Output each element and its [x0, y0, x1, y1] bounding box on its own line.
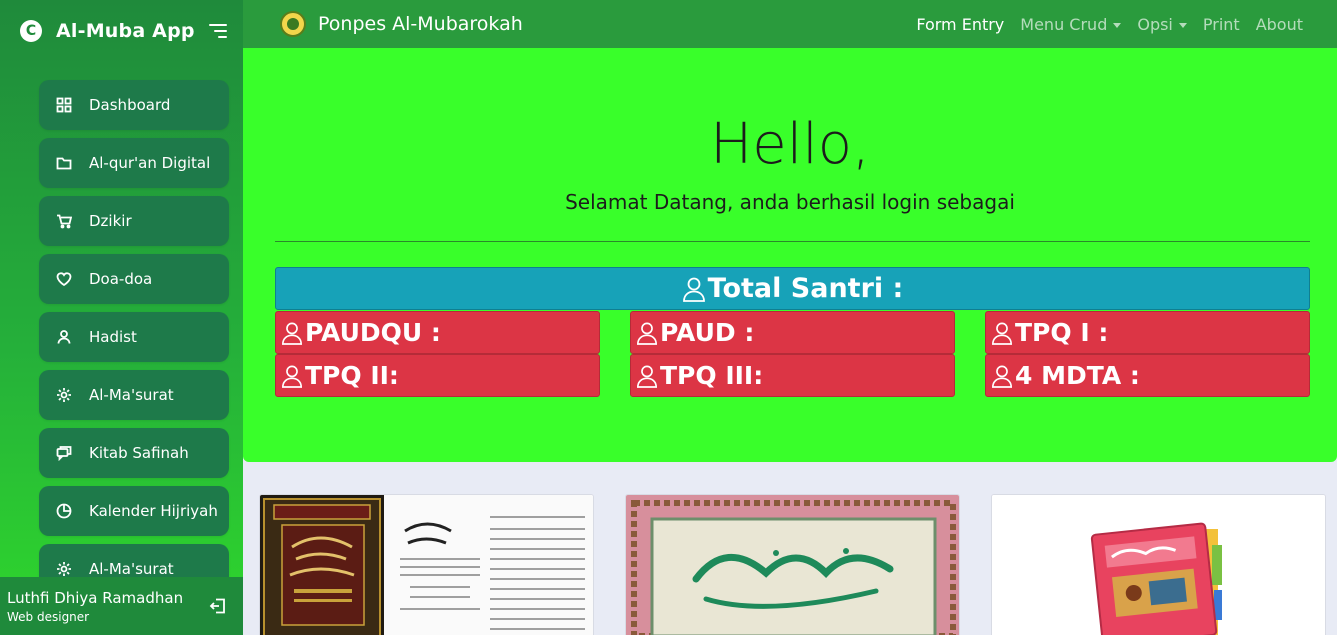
brand[interactable]: C Al-Muba App [0, 0, 243, 62]
welcome-text: Selamat Datang, anda berhasil login seba… [565, 190, 1015, 214]
sidebar-item-hadist[interactable]: Hadist [39, 312, 229, 362]
sidebar-item-almasurat[interactable]: Al-Ma'surat [39, 370, 229, 420]
sidebar: C Al-Muba App Dashboard Al-qur'an Digita… [0, 0, 243, 635]
sidebar-item-dzikir[interactable]: Dzikir [39, 196, 229, 246]
nav-opsi-label: Opsi [1137, 14, 1173, 34]
pie-chart-icon [55, 502, 73, 520]
hero-jumbotron: Hello, Selamat Datang, anda berhasil log… [243, 48, 1337, 462]
divider [275, 241, 1310, 242]
sidebar-item-label: Kalender Hijriyah [89, 502, 218, 520]
chevron-down-icon [1178, 22, 1187, 28]
app-logo-icon: C [20, 20, 42, 42]
grid-icon [55, 96, 73, 114]
book-image-akhlaq[interactable] [991, 494, 1326, 635]
santri-card-label: TPQ I : [1015, 318, 1109, 347]
top-navbar: Ponpes Al-Mubarokah Form Entry Menu Crud… [243, 0, 1337, 48]
santri-card-tpq-3: TPQ III: [630, 354, 955, 397]
sidebar-nav: Dashboard Al-qur'an Digital Dzikir Doa-d… [39, 80, 229, 602]
site-title[interactable]: Ponpes Al-Mubarokah [318, 13, 523, 35]
nav-menu-crud-label: Menu Crud [1020, 14, 1108, 34]
sidebar-item-label: Doa-doa [89, 270, 153, 288]
cart-icon [55, 212, 73, 230]
user-icon [55, 328, 73, 346]
sidebar-item-kalender-hijriyah[interactable]: Kalender Hijriyah [39, 486, 229, 536]
total-santri-label: Total Santri : [707, 273, 904, 304]
person-icon [636, 364, 658, 388]
sidebar-item-label: Dzikir [89, 212, 132, 230]
sidebar-item-label: Al-Ma'surat [89, 386, 174, 404]
sidebar-item-label: Hadist [89, 328, 137, 346]
santri-card-tpq-1: TPQ I : [985, 311, 1310, 354]
santri-card-mdta: 4 MDTA : [985, 354, 1310, 397]
sidebar-item-quran-digital[interactable]: Al-qur'an Digital [39, 138, 229, 188]
person-icon [682, 276, 706, 302]
folder-icon [55, 154, 73, 172]
heart-icon [55, 270, 73, 288]
sidebar-item-label: Dashboard [89, 96, 171, 114]
nav-menu-crud[interactable]: Menu Crud [1020, 14, 1122, 34]
chat-icon [55, 444, 73, 462]
nav-about[interactable]: About [1256, 15, 1303, 34]
santri-card-label: 4 MDTA : [1015, 361, 1140, 390]
nav-opsi[interactable]: Opsi [1137, 15, 1187, 34]
sidebar-item-kitab-safinah[interactable]: Kitab Safinah [39, 428, 229, 478]
total-santri-bar: Total Santri : [275, 267, 1310, 310]
gear-icon [55, 560, 73, 578]
santri-card-paud: PAUD : [630, 311, 955, 354]
sidebar-item-label: Kitab Safinah [89, 444, 189, 462]
sidebar-item-doa[interactable]: Doa-doa [39, 254, 229, 304]
brand-title: Al-Muba App [56, 20, 195, 42]
hello-heading: Hello, [710, 112, 870, 177]
chevron-down-icon [1113, 22, 1122, 28]
person-icon [991, 364, 1013, 388]
book-image-safinah-cover[interactable] [625, 494, 960, 635]
nav-print[interactable]: Print [1203, 15, 1240, 34]
logout-icon[interactable] [209, 597, 227, 615]
nav-form-entry[interactable]: Form Entry [916, 15, 1004, 34]
person-icon [281, 321, 303, 345]
santri-card-label: TPQ II: [305, 361, 399, 390]
top-nav: Form Entry Menu Crud Opsi Print About [900, 0, 1303, 48]
menu-toggle-icon[interactable] [209, 24, 227, 38]
santri-card-tpq-2: TPQ II: [275, 354, 600, 397]
site-logo-icon [280, 11, 306, 37]
sidebar-item-label: Al-Ma'surat [89, 560, 174, 578]
user-name: Luthfi Dhiya Ramadhan [7, 589, 184, 607]
santri-card-label: TPQ III: [660, 361, 764, 390]
user-profile: Luthfi Dhiya Ramadhan Web designer [0, 577, 243, 635]
gear-icon [55, 386, 73, 404]
book-image-syarah-safinah[interactable] [259, 494, 594, 635]
santri-card-label: PAUD : [660, 318, 755, 347]
person-icon [636, 321, 658, 345]
person-icon [281, 364, 303, 388]
sidebar-item-label: Al-qur'an Digital [89, 154, 211, 172]
santri-card-label: PAUDQU : [305, 318, 441, 347]
person-icon [991, 321, 1013, 345]
santri-card-paudqu: PAUDQU : [275, 311, 600, 354]
user-role: Web designer [7, 610, 90, 624]
sidebar-item-dashboard[interactable]: Dashboard [39, 80, 229, 130]
